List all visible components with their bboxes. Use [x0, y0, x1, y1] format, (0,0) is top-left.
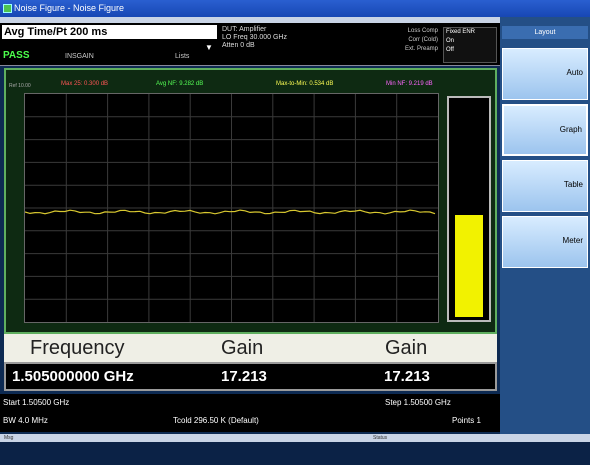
settings-values: Fixed ENR On Off	[443, 27, 497, 63]
title-bar: Noise Figure - Noise Figure	[0, 0, 590, 17]
start-freq[interactable]: Start 1.50500 GHz	[3, 398, 69, 407]
gain-meter-bar	[455, 214, 483, 317]
settings-label: Ext. Preamp	[404, 46, 438, 52]
frequency-header: Frequency	[30, 337, 125, 359]
results-table: Frequency Gain Gain 1.505000000 GHz 17.2…	[4, 334, 497, 391]
gain-header: Gain	[221, 337, 264, 359]
gain-value-2: 17.213	[384, 368, 430, 385]
softkey-menu-title: Layout	[502, 26, 588, 39]
settings-value: On	[446, 38, 455, 44]
avg-time-field[interactable]: Avg Time/Pt 200 ms	[2, 25, 217, 39]
gain-trace	[25, 209, 436, 215]
step-freq[interactable]: Step 1.50500 GHz	[385, 398, 451, 407]
graph-view[interactable]: Ref 10.00 Max 25: 0.300 dB Avg NF: 9.282 …	[4, 68, 497, 334]
settings-value: Off	[446, 47, 454, 53]
readout-value: Avg NF: 9.282 dB	[156, 81, 204, 87]
measurement-status-panel: Avg Time/Pt 200 ms PASS INSGAIN Lists ▼ …	[0, 23, 500, 66]
dut-line: DUT: Amplifier	[222, 26, 267, 33]
settings-label: Corr (Cold)	[408, 37, 438, 43]
lo-freq-line: LO Freq 30.000 GHz	[222, 34, 287, 41]
softkey-meter[interactable]: Meter	[502, 216, 588, 268]
input-value: Lists	[175, 53, 190, 60]
readout-value: Max-to-Min: 0.534 dB	[276, 81, 334, 87]
sweep-info-bar: Start 1.50500 GHz BW 4.0 MHz Tcold 296.5…	[0, 394, 500, 432]
settings-label: Loss Comp	[407, 28, 438, 34]
readout-value: Max 25: 0.300 dB	[61, 81, 109, 87]
results-header-row: Frequency Gain Gain	[4, 334, 497, 362]
results-value-row: 1.505000000 GHz 17.213 17.213	[4, 362, 497, 391]
input-label: INSGAIN	[65, 53, 94, 60]
gain-header-2: Gain	[385, 337, 428, 359]
points[interactable]: Points 1	[452, 416, 481, 425]
softkey-auto[interactable]: Auto	[502, 48, 588, 100]
dut-info: DUT: Amplifier LO Freq 30.000 GHz Atten …	[222, 26, 342, 50]
settings-labels: Loss Comp Corr (Cold) Ext. Preamp	[400, 27, 438, 54]
gain-meter	[447, 96, 491, 322]
softkey-panel: Layout Auto Graph Table Meter	[500, 17, 590, 434]
atten-line: Atten 0 dB	[222, 42, 255, 49]
status-msg: Msg	[4, 435, 14, 441]
trace-plot[interactable]	[24, 93, 439, 323]
gain-value: 17.213	[221, 368, 267, 385]
frequency-value: 1.505000000 GHz	[12, 368, 134, 385]
ref-level-label: Ref 10.00	[9, 83, 31, 89]
app-icon	[3, 4, 12, 13]
trace-svg	[25, 94, 438, 322]
window-title: Noise Figure - Noise Figure	[14, 3, 125, 13]
pass-indicator: PASS	[3, 50, 30, 61]
status-strip: Msg Status	[0, 434, 590, 442]
softkey-table[interactable]: Table	[502, 160, 588, 212]
status-bar: Msg Status	[0, 434, 590, 465]
bandwidth[interactable]: BW 4.0 MHz	[3, 416, 48, 425]
app-window: Noise Figure - Noise Figure Avg Time/Pt …	[0, 0, 590, 465]
settings-value: Fixed ENR	[446, 29, 476, 35]
status-text: Status	[373, 435, 388, 441]
readout-value: Min NF: 9.219 dB	[386, 81, 433, 87]
softkey-graph[interactable]: Graph	[502, 104, 588, 156]
chevron-down-icon[interactable]: ▼	[205, 43, 213, 52]
tcold[interactable]: Tcold 296.50 K (Default)	[173, 416, 259, 425]
